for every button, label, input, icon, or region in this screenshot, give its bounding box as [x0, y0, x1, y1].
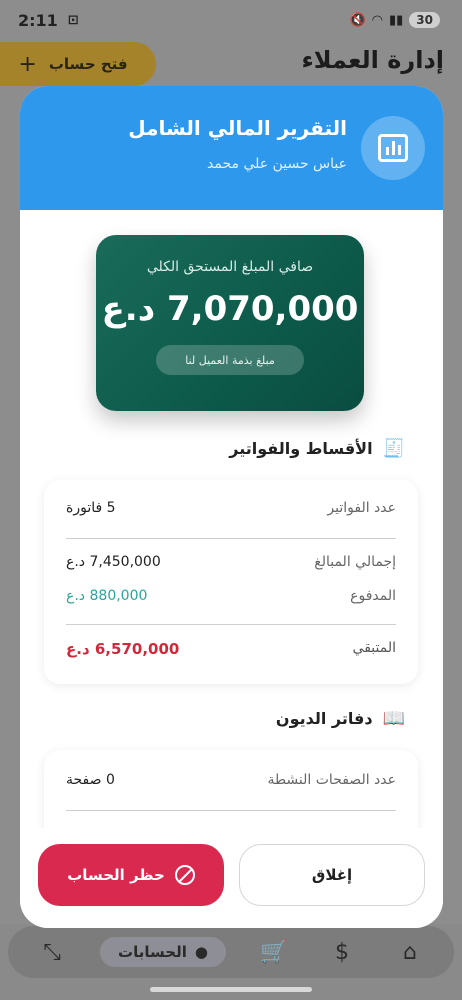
modal-header: التقرير المالي الشامل عباس حسين علي محمد — [20, 86, 443, 210]
modal-title: التقرير المالي الشامل — [128, 116, 347, 140]
book-icon: 📖 — [382, 708, 405, 729]
home-indicator — [150, 987, 312, 992]
nav-accounts-label: الحسابات — [118, 943, 187, 961]
financial-report-modal: التقرير المالي الشامل عباس حسين علي محمد… — [20, 86, 443, 928]
divider — [66, 538, 396, 539]
debts-card: عدد الصفحات النشطة 0 صفحة — [44, 750, 418, 828]
remaining-row: المتبقي 6,570,000 د.ع — [66, 640, 396, 658]
paid-row: المدفوع 880,000 د.ع — [66, 588, 396, 604]
expand-icon[interactable]: ⤡ — [32, 940, 72, 965]
open-account-label: فتح حساب — [48, 55, 128, 73]
report-chart-icon — [361, 116, 425, 180]
active-pages-row: عدد الصفحات النشطة 0 صفحة — [66, 772, 396, 788]
modal-footer: إغلاق حظر الحساب — [20, 828, 443, 928]
report-scroll-area[interactable]: صافي المبلغ المستحق الكلي 7,070,000 د.ع … — [20, 210, 443, 828]
signal-icon: ▮▮ — [388, 12, 404, 28]
invoices-count-row: عدد الفواتير 5 فاتورة — [66, 500, 396, 516]
plus-icon: + — [18, 51, 37, 77]
status-bar: 2:11 ⊡ 🔇 ◠ ▮▮ 30 — [0, 0, 462, 40]
customer-name: عباس حسين علي محمد — [207, 156, 347, 172]
person-icon: ● — [194, 943, 208, 961]
ban-account-label: حظر الحساب — [67, 866, 165, 884]
installments-card: عدد الفواتير 5 فاتورة إجمالي المبالغ 7,4… — [44, 480, 418, 684]
total-row: إجمالي المبالغ 7,450,000 د.ع — [66, 554, 396, 570]
bottom-nav: ⌂ $ 🛒 ● الحسابات ⤡ — [0, 924, 462, 1000]
dollar-icon[interactable]: $ — [322, 940, 362, 965]
nav-accounts[interactable]: ● الحسابات — [100, 937, 226, 967]
net-amount-value: 7,070,000 د.ع — [101, 289, 359, 329]
ban-icon — [174, 865, 195, 885]
open-account-button[interactable]: فتح حساب + — [0, 42, 156, 86]
installments-section-title: 🧾 الأقساط والفواتير — [229, 438, 405, 459]
wifi-icon: ◠ — [371, 12, 383, 28]
cart-add-icon[interactable]: 🛒 — [254, 940, 294, 965]
close-button[interactable]: إغلاق — [239, 844, 425, 906]
divider — [66, 810, 396, 811]
ban-account-button[interactable]: حظر الحساب — [38, 844, 224, 906]
net-amount-note: مبلغ بذمة العميل لنا — [156, 345, 304, 375]
mute-icon: 🔇 — [349, 12, 366, 28]
screenshot-icon: ⊡ — [67, 12, 79, 28]
debts-section-title: 📖 دفاتر الديون — [275, 708, 405, 729]
net-amount-label: صافي المبلغ المستحق الكلي — [146, 259, 314, 275]
home-icon[interactable]: ⌂ — [390, 940, 430, 965]
page-title: إدارة العملاء — [301, 46, 444, 74]
divider — [66, 624, 396, 625]
net-amount-card: صافي المبلغ المستحق الكلي 7,070,000 د.ع … — [96, 235, 364, 411]
receipt-icon: 🧾 — [382, 438, 405, 459]
clock: 2:11 — [18, 10, 58, 30]
battery-indicator: 30 — [409, 12, 440, 28]
